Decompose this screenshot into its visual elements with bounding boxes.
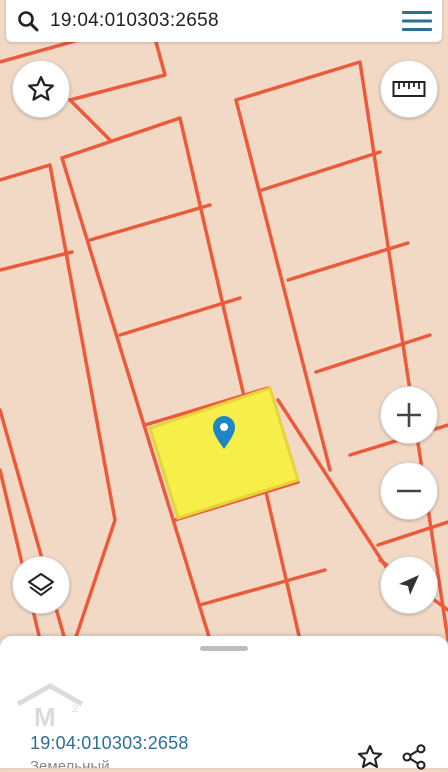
- favorite-button[interactable]: [12, 60, 70, 118]
- search-input[interactable]: 19:04:010303:2658: [50, 10, 392, 32]
- layers-button[interactable]: [12, 556, 70, 614]
- cadastral-number: 19:04:010303:2658: [30, 733, 189, 753]
- layers-icon: [28, 573, 54, 596]
- zoom-out-button[interactable]: [380, 462, 438, 520]
- drag-handle[interactable]: [200, 646, 248, 651]
- svg-text:2: 2: [72, 703, 78, 715]
- measure-button[interactable]: [380, 60, 438, 118]
- ruler-icon: [392, 81, 426, 97]
- share-icon: [402, 744, 426, 770]
- search-icon[interactable]: [6, 0, 50, 42]
- info-panel[interactable]: M 2 19:04:010303:2658 Земельный: [0, 636, 448, 770]
- search-bar[interactable]: 19:04:010303:2658: [6, 0, 442, 42]
- star-icon: [357, 744, 383, 768]
- parcel-type-label: Земельный: [30, 758, 110, 768]
- star-icon: [28, 76, 54, 101]
- hamburger-menu-icon[interactable]: [392, 0, 442, 42]
- navigation-arrow-icon: [399, 575, 419, 595]
- zoom-in-button[interactable]: [380, 386, 438, 444]
- minus-icon: [397, 489, 421, 493]
- svg-text:M: M: [34, 702, 56, 728]
- locate-button[interactable]: [380, 556, 438, 614]
- logo-icon: M 2: [16, 683, 84, 728]
- plus-icon: [397, 403, 421, 427]
